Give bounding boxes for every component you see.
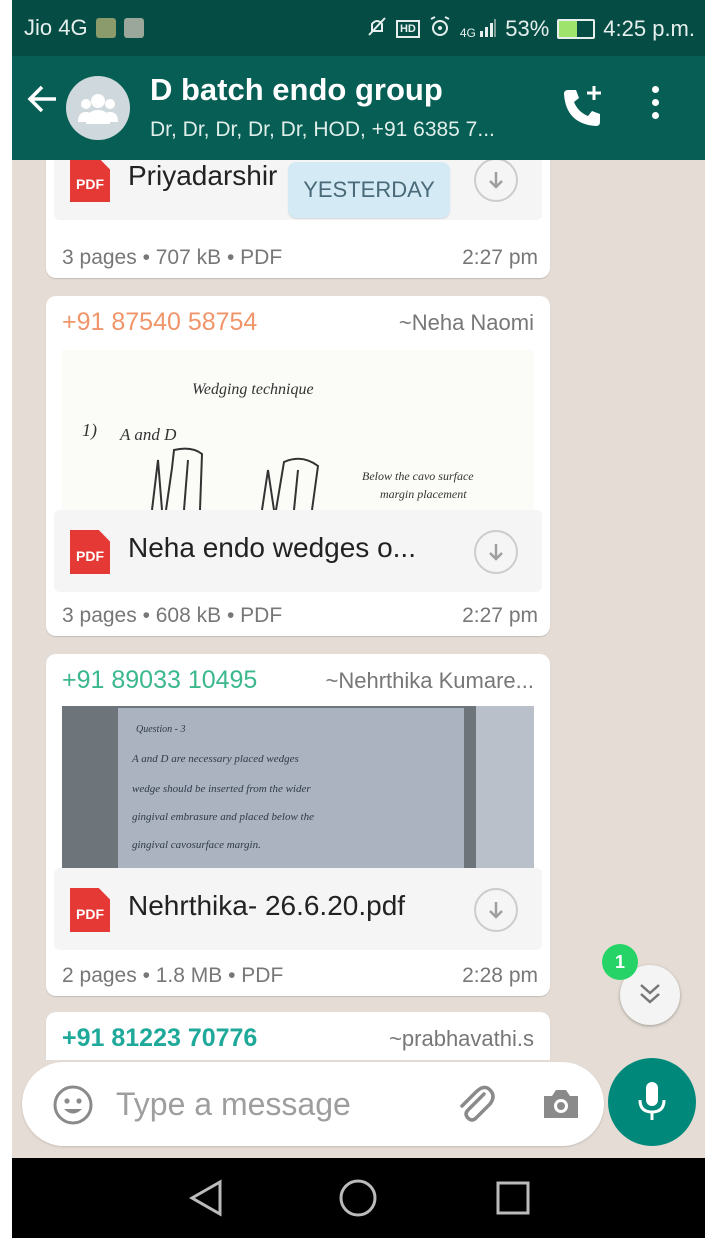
preview-text: A and D are necessary placed wedges <box>131 753 299 765</box>
sender-alias: ~prabhavathi.s <box>389 1026 534 1051</box>
group-avatar[interactable] <box>66 76 130 140</box>
sender-phone[interactable]: +91 89033 10495 <box>62 666 257 695</box>
add-call-icon[interactable] <box>560 84 606 135</box>
chat-header: D batch endo group Dr, Dr, Dr, Dr, Dr, H… <box>12 56 705 160</box>
gallery-notification-icon <box>123 18 144 38</box>
preview-text: margin placement <box>380 487 467 501</box>
battery-percent: 53% <box>505 16 550 41</box>
phone-screen: Jio 4G HD 4G 53% 4:25 p.m. D batch endo … <box>12 0 705 1238</box>
double-chevron-down-icon <box>640 984 660 1004</box>
message-bubble[interactable]: +91 81223 70776 ~prabhavathi.s <box>46 1012 550 1060</box>
document-row[interactable]: PDF Nehrthika- 26.6.20.pdf <box>54 868 542 950</box>
more-options-icon[interactable] <box>652 86 660 125</box>
preview-text: gingival embrasure and placed below the <box>132 811 314 823</box>
camera-icon[interactable] <box>540 1086 582 1127</box>
group-icon <box>78 94 118 124</box>
document-preview[interactable]: Wedging technique 1) A and D Below the c… <box>62 350 534 510</box>
voice-record-button[interactable] <box>608 1058 696 1146</box>
preview-text: Wedging technique <box>192 381 314 398</box>
signal-icon: 4G <box>460 19 497 39</box>
group-members[interactable]: Dr, Dr, Dr, Dr, Dr, HOD, +91 6385 7... <box>150 118 495 142</box>
message-bubble[interactable]: +91 89033 10495 ~Nehrthika Kumare... Que… <box>46 654 550 996</box>
document-row[interactable]: PDF Neha endo wedges o... <box>54 510 542 592</box>
preview-text: gingival cavosurface margin. <box>132 839 261 851</box>
message-composer[interactable]: Type a message <box>22 1062 604 1146</box>
emoji-icon[interactable] <box>52 1084 94 1131</box>
document-meta: 3 pages • 608 kB • PDF <box>62 604 283 627</box>
hd-icon: HD <box>395 20 420 38</box>
sender-phone[interactable]: +91 87540 58754 <box>62 308 257 337</box>
document-preview[interactable]: Question - 3 A and D are necessary place… <box>62 706 534 868</box>
photo-notification-icon <box>95 18 116 38</box>
pdf-icon: PDF <box>70 530 110 574</box>
message-bubble[interactable]: +91 87540 58754 ~Neha Naomi Wedging tech… <box>46 296 550 636</box>
document-name: Neha endo wedges o... <box>128 532 416 563</box>
network-type-label: 4G <box>459 26 476 40</box>
message-time: 2:27 pm <box>462 604 538 627</box>
document-meta: 3 pages • 707 kB • PDF <box>62 246 283 269</box>
back-arrow-icon[interactable] <box>26 82 60 126</box>
message-time: 2:27 pm <box>462 246 538 269</box>
preview-text: Question - 3 <box>136 724 185 735</box>
download-icon[interactable] <box>474 160 518 202</box>
date-chip: YESTERDAY <box>288 162 450 218</box>
attach-icon[interactable] <box>454 1084 496 1131</box>
download-icon[interactable] <box>474 530 518 574</box>
back-triangle-icon[interactable] <box>188 1178 224 1218</box>
pdf-icon: PDF <box>70 160 110 202</box>
carrier-label: Jio 4G <box>24 15 88 40</box>
preview-text: 1) <box>82 420 97 441</box>
preview-text: A and D <box>119 425 177 444</box>
status-bar: Jio 4G HD 4G 53% 4:25 p.m. <box>12 0 705 56</box>
clock: 4:25 p.m. <box>603 16 695 41</box>
battery-icon <box>557 19 596 39</box>
system-navigation-bar <box>12 1158 705 1238</box>
document-meta: 2 pages • 1.8 MB • PDF <box>62 964 284 987</box>
preview-text: wedge should be inserted from the wider <box>132 783 311 795</box>
document-name: Nehrthika- 26.6.20.pdf <box>128 890 406 921</box>
preview-text: Below the cavo surface <box>362 469 474 483</box>
microphone-icon <box>638 1082 666 1120</box>
message-input[interactable]: Type a message <box>116 1086 351 1123</box>
message-list[interactable]: PDF Priyadarshir 3 pages • 707 kB • PDF … <box>12 160 705 1060</box>
download-icon[interactable] <box>474 888 518 932</box>
sender-alias: ~Neha Naomi <box>398 310 534 335</box>
mute-icon <box>366 15 388 43</box>
group-title[interactable]: D batch endo group <box>150 72 443 108</box>
message-time: 2:28 pm <box>462 964 538 987</box>
unread-count-badge: 1 <box>602 944 638 980</box>
alarm-icon <box>428 15 452 43</box>
recents-square-icon[interactable] <box>494 1178 532 1218</box>
sender-alias: ~Nehrthika Kumare... <box>325 668 534 693</box>
pdf-icon: PDF <box>70 888 110 932</box>
sender-phone[interactable]: +91 81223 70776 <box>62 1024 257 1053</box>
home-circle-icon[interactable] <box>338 1178 378 1218</box>
document-name: Priyadarshir <box>128 160 278 191</box>
